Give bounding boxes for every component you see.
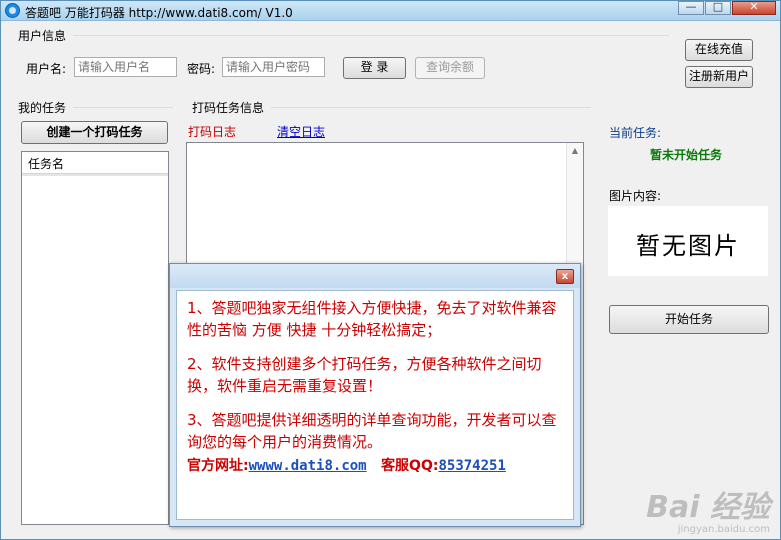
task-list[interactable]: 任务名 bbox=[21, 151, 169, 525]
captcha-image-box: 暂无图片 bbox=[608, 206, 768, 276]
create-task-button[interactable]: 创建一个打码任务 bbox=[21, 121, 168, 144]
contact-line: 官方网址:wwww.dati8.com 客服QQ:85374251 bbox=[187, 455, 506, 475]
log-tab[interactable]: 打码日志 bbox=[188, 123, 236, 140]
minimize-button[interactable]: — bbox=[678, 0, 704, 15]
close-icon: ✕ bbox=[749, 0, 759, 13]
intro-paragraph-1: 1、答题吧独家无组件接入方便快捷，免去了对软件兼容性的苦恼 方便 快捷 十分钟轻… bbox=[187, 299, 557, 339]
close-button[interactable]: ✕ bbox=[732, 0, 776, 15]
scroll-up-arrow-icon[interactable]: ▲ bbox=[567, 143, 583, 159]
username-input[interactable] bbox=[74, 57, 177, 77]
main-window: 答题吧 万能打码器 http://www.dati8.com/ V1.0 — □… bbox=[0, 0, 781, 540]
site-link[interactable]: wwww.dati8.com bbox=[249, 458, 367, 474]
current-task-status: 暂未开始任务 bbox=[650, 148, 723, 162]
image-content-label: 图片内容: bbox=[609, 189, 662, 203]
recharge-button[interactable]: 在线充值 bbox=[685, 39, 753, 61]
username-label: 用户名: bbox=[26, 62, 67, 76]
password-input[interactable] bbox=[222, 57, 325, 77]
qq-link[interactable]: 85374251 bbox=[438, 458, 505, 474]
intro-paragraph-3: 3、答题吧提供详细透明的详单查询功能，开发者可以查询您的每个用户的消费情况。 bbox=[187, 411, 557, 451]
watermark-logo: Bai 经验 bbox=[646, 490, 770, 525]
title-bar[interactable]: 答题吧 万能打码器 http://www.dati8.com/ V1.0 — □… bbox=[1, 0, 780, 21]
maximize-icon: □ bbox=[712, 0, 724, 13]
task-name-column-header[interactable]: 任务名 bbox=[22, 152, 168, 174]
password-label: 密码: bbox=[187, 62, 216, 76]
list-header-separator bbox=[22, 174, 168, 176]
task-info-group-label: 打码任务信息 bbox=[192, 101, 265, 115]
app-logo-icon bbox=[5, 3, 20, 18]
site-label: 官方网址: bbox=[187, 458, 249, 474]
query-balance-button[interactable]: 查询余额 bbox=[415, 57, 485, 79]
intro-popup-dialog: x 1、答题吧独家无组件接入方便快捷，免去了对软件兼容性的苦恼 方便 快捷 十分… bbox=[169, 263, 581, 527]
maximize-button[interactable]: □ bbox=[705, 0, 731, 15]
popup-title-bar[interactable]: x bbox=[170, 264, 580, 288]
register-button[interactable]: 注册新用户 bbox=[685, 66, 753, 88]
my-tasks-group-label: 我的任务 bbox=[18, 101, 67, 115]
clear-log-link[interactable]: 清空日志 bbox=[277, 123, 325, 140]
task-info-divider bbox=[271, 107, 591, 108]
window-title: 答题吧 万能打码器 http://www.dati8.com/ V1.0 bbox=[25, 6, 293, 20]
login-button[interactable]: 登 录 bbox=[343, 57, 406, 79]
popup-close-button[interactable]: x bbox=[556, 269, 574, 284]
user-info-group-label: 用户信息 bbox=[18, 29, 67, 43]
no-image-placeholder: 暂无图片 bbox=[636, 232, 740, 260]
window-controls: — □ ✕ bbox=[677, 0, 776, 15]
start-task-button[interactable]: 开始任务 bbox=[609, 305, 769, 334]
baidu-watermark: Bai 经验 jingyan.baidu.com bbox=[646, 482, 770, 535]
popup-content: 1、答题吧独家无组件接入方便快捷，免去了对软件兼容性的苦恼 方便 快捷 十分钟轻… bbox=[176, 290, 574, 520]
user-info-divider bbox=[73, 35, 669, 36]
intro-paragraph-2: 2、软件支持创建多个打码任务，方便各种软件之间切换，软件重启无需重复设置！ bbox=[187, 355, 542, 395]
my-tasks-divider bbox=[73, 107, 173, 108]
minimize-icon: — bbox=[685, 0, 697, 13]
qq-label: 客服QQ: bbox=[381, 458, 439, 474]
current-task-label: 当前任务: bbox=[609, 126, 662, 140]
